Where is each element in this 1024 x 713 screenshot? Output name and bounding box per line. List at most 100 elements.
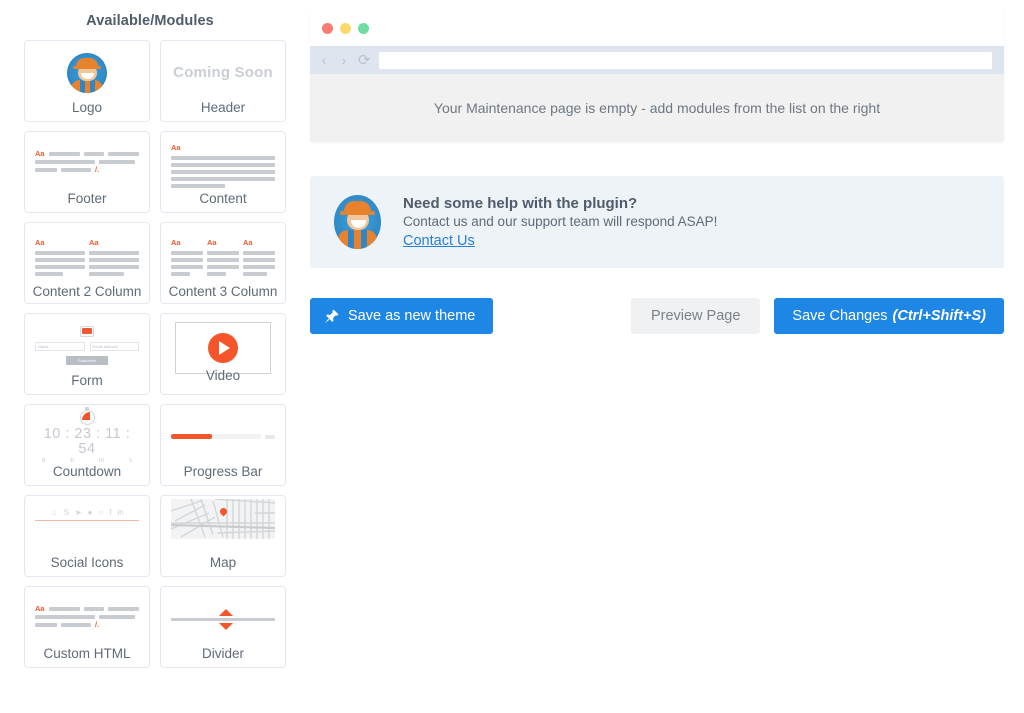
logo-thumbnail — [25, 41, 149, 100]
map-thumbnail — [161, 496, 285, 555]
countdown-unit-m: m — [98, 457, 104, 464]
module-card-video[interactable]: Video — [160, 313, 286, 395]
content-2col-thumbnail: Aa Aa — [25, 223, 149, 283]
facebook-icon: f — [109, 508, 112, 517]
social-underline — [35, 520, 139, 521]
triangle-down-icon — [219, 622, 233, 630]
browser-navbar: ‹ › ⟳ — [310, 46, 1004, 74]
module-label: Progress Bar — [183, 464, 263, 479]
module-card-divider[interactable]: Divider — [160, 586, 286, 668]
help-banner: Need some help with the plugin? Contact … — [310, 176, 1004, 268]
stopwatch-icon — [79, 406, 95, 425]
url-input[interactable] — [378, 51, 992, 69]
close-window-dot-icon[interactable] — [322, 22, 333, 34]
aa-marker-icon: Aa — [35, 149, 45, 158]
module-card-header[interactable]: Coming Soon Header — [160, 40, 286, 122]
preview-page-label: Preview Page — [650, 308, 741, 324]
main-content: ‹ › ⟳ Your Maintenance page is empty - a… — [300, 0, 1024, 713]
browser-titlebar — [310, 10, 1004, 46]
module-card-content[interactable]: Aa Content — [160, 131, 286, 213]
mascot-avatar-icon — [67, 52, 107, 93]
footer-thumbnail: Aa /. — [25, 132, 149, 191]
module-card-content-2-column[interactable]: Aa Aa Content 2 Column — [24, 222, 150, 304]
back-icon[interactable]: ‹ — [318, 53, 330, 67]
help-title: Need some help with the plugin? — [403, 195, 638, 212]
mascot-avatar-icon — [334, 195, 381, 249]
envelope-icon — [80, 326, 94, 337]
preview-empty-message: Your Maintenance page is empty - add mod… — [433, 100, 881, 116]
aa-marker-icon: Aa — [171, 237, 181, 247]
module-label: Map — [209, 555, 237, 570]
content-3col-thumbnail: Aa Aa Aa — [161, 223, 285, 283]
preview-page-button[interactable]: Preview Page — [630, 298, 761, 334]
coming-soon-badge: Coming Soon — [173, 64, 273, 81]
aa-marker-icon: Aa — [35, 604, 45, 613]
module-card-social-icons[interactable]: ☼ S ➤ ● ○ f in Social Icons — [24, 495, 150, 577]
skype-icon: S — [63, 508, 69, 517]
save-as-new-theme-label: Save as new theme — [348, 308, 476, 324]
form-thumb-submit-button: Subscribe — [66, 356, 108, 365]
social-icons-thumbnail: ☼ S ➤ ● ○ f in — [25, 496, 149, 555]
countdown-units: d h m s — [35, 458, 139, 464]
module-label: Content 2 Column — [32, 284, 142, 299]
progress-fill — [171, 434, 212, 439]
divider-thumbnail — [161, 587, 285, 646]
whatsapp-icon: ○ — [98, 508, 104, 517]
action-buttons-row: Save as new theme Preview Page Save Chan… — [310, 298, 1004, 334]
save-changes-label: Save Changes — [792, 308, 888, 324]
contact-us-link[interactable]: Contact Us — [403, 233, 475, 249]
aa-marker-icon: Aa — [35, 237, 45, 247]
help-text-block: Need some help with the plugin? Contact … — [403, 195, 717, 249]
aa-marker-icon: Aa — [89, 237, 99, 247]
module-card-countdown[interactable]: 10 : 23 : 11 : 54 d h m s Countdown — [24, 404, 150, 486]
module-card-footer[interactable]: Aa /. Footer — [24, 131, 150, 213]
module-label: Content — [199, 191, 247, 206]
module-card-custom-html[interactable]: Aa /. Custom HTML — [24, 586, 150, 668]
modules-panel-title: Available/Modules — [86, 13, 214, 29]
map-streets-icon — [171, 499, 275, 539]
custom-html-thumbnail: Aa /. — [25, 587, 149, 646]
module-card-map[interactable]: Map — [160, 495, 286, 577]
module-label: Logo — [71, 100, 103, 115]
module-label: Form — [71, 373, 103, 388]
play-icon — [208, 333, 238, 363]
countdown-digits: 10 : 23 : 11 : 54 — [43, 425, 131, 457]
video-frame — [175, 322, 271, 374]
save-as-new-theme-button[interactable]: Save as new theme — [310, 298, 494, 334]
help-subtitle: Contact us and our support team will res… — [403, 214, 718, 229]
preview-body: Your Maintenance page is empty - add mod… — [310, 74, 1004, 142]
aa-marker-icon: Aa — [171, 142, 181, 152]
module-card-progress-bar[interactable]: Progress Bar — [160, 404, 286, 486]
browser-preview: ‹ › ⟳ Your Maintenance page is empty - a… — [310, 10, 1004, 142]
tumblr-icon: ● — [87, 508, 93, 517]
pushpin-icon — [324, 309, 339, 323]
module-card-form[interactable]: Name Email address Subscribe Form — [24, 313, 150, 395]
aa-marker-icon: Aa — [207, 237, 217, 247]
module-label: Footer — [67, 191, 107, 206]
divider-line — [171, 617, 275, 621]
progress-track — [171, 434, 261, 439]
app-root: Available/Modules Logo Coming Soon Heade… — [0, 0, 1024, 713]
social-icons-row: ☼ S ➤ ● ○ f in — [35, 508, 139, 518]
maximize-window-dot-icon[interactable] — [358, 22, 369, 34]
form-thumbnail: Name Email address Subscribe — [25, 314, 149, 373]
form-thumb-email-input: Email address — [89, 342, 139, 351]
header-thumbnail: Coming Soon — [161, 41, 285, 100]
save-changes-shortcut: (Ctrl+Shift+S) — [892, 308, 986, 324]
module-card-content-3-column[interactable]: Aa Aa Aa Content 3 Column — [160, 222, 286, 304]
aa-marker-icon-2: /. — [95, 165, 100, 174]
module-label: Custom HTML — [43, 646, 131, 661]
minimize-window-dot-icon[interactable] — [340, 22, 351, 34]
save-changes-button[interactable]: Save Changes (Ctrl+Shift+S) — [774, 298, 1004, 334]
countdown-thumbnail: 10 : 23 : 11 : 54 d h m s — [25, 405, 149, 464]
available-modules-panel: Available/Modules Logo Coming Soon Heade… — [0, 0, 300, 713]
modules-grid: Logo Coming Soon Header Aa /. Footer Aa … — [0, 40, 300, 668]
aa-marker-icon-2: /. — [95, 620, 100, 629]
module-label: Content 3 Column — [168, 284, 278, 299]
progress-percent-chip — [265, 434, 275, 439]
module-card-logo[interactable]: Logo — [24, 40, 150, 122]
twitter-icon: ➤ — [74, 508, 82, 517]
forward-icon[interactable]: › — [338, 53, 350, 67]
reload-icon[interactable]: ⟳ — [358, 53, 371, 68]
module-label: Video — [205, 368, 241, 383]
